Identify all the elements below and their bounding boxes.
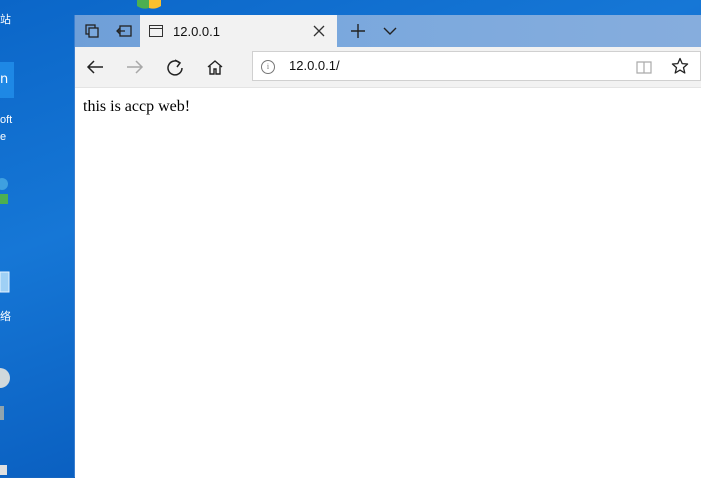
tab-preview-button[interactable] [76,15,108,47]
desktop-icon-label: e [0,131,7,143]
recycle-bin-icon[interactable] [0,362,14,422]
tab-list-button[interactable] [375,15,405,47]
address-bar[interactable]: i 12.0.0.1/ [252,51,701,81]
page-content: this is accp web! [75,87,701,478]
desktop-icon-label: oft [0,114,13,126]
user-folder-icon[interactable] [0,172,14,208]
home-icon [207,60,223,75]
favorite-button[interactable] [671,57,689,79]
reading-view-icon [636,61,652,74]
shortcut-icon[interactable] [0,462,14,477]
forward-button[interactable] [116,51,154,83]
forward-arrow-icon [127,60,144,74]
plus-icon [351,24,365,38]
desktop-icon-label: 站 [0,14,11,26]
tab-title: 12.0.0.1 [173,23,220,39]
close-icon [313,25,325,37]
set-aside-tabs-icon [116,25,132,37]
new-tab-button[interactable] [343,15,373,47]
browser-window: 12.0.0.1 i 12.0.0.1/ this is accp web! [75,15,701,478]
reading-view-button[interactable] [636,59,652,78]
store-tile-icon[interactable]: n [0,62,14,98]
tab-close-button[interactable] [307,19,331,43]
back-button[interactable] [76,51,114,83]
chevron-down-icon [383,27,397,35]
navigation-toolbar: i 12.0.0.1/ [75,47,701,87]
home-button[interactable] [196,51,234,83]
refresh-button[interactable] [156,51,194,83]
page-body-text: this is accp web! [83,98,191,115]
desktop-icon-network[interactable]: 络 [0,311,22,324]
desktop-icon-label: 络 [0,311,11,323]
defender-icon [137,0,161,9]
back-arrow-icon [86,60,103,74]
tab-active[interactable]: 12.0.0.1 [140,15,337,47]
computer-icon[interactable] [0,268,14,298]
tab-strip: 12.0.0.1 [75,15,701,47]
star-icon [671,57,689,74]
desktop-icon-top[interactable]: 站 [0,14,22,27]
page-icon [149,25,163,37]
tab-preview-icon [85,24,99,38]
desktop-icon-microsoft[interactable]: oft [0,114,22,127]
refresh-icon [167,59,183,76]
address-bar-url[interactable]: 12.0.0.1/ [289,58,340,73]
site-info-icon[interactable]: i [261,60,275,74]
desktop-icon-edge[interactable]: e [0,131,22,144]
set-aside-tabs-button[interactable] [108,15,140,47]
